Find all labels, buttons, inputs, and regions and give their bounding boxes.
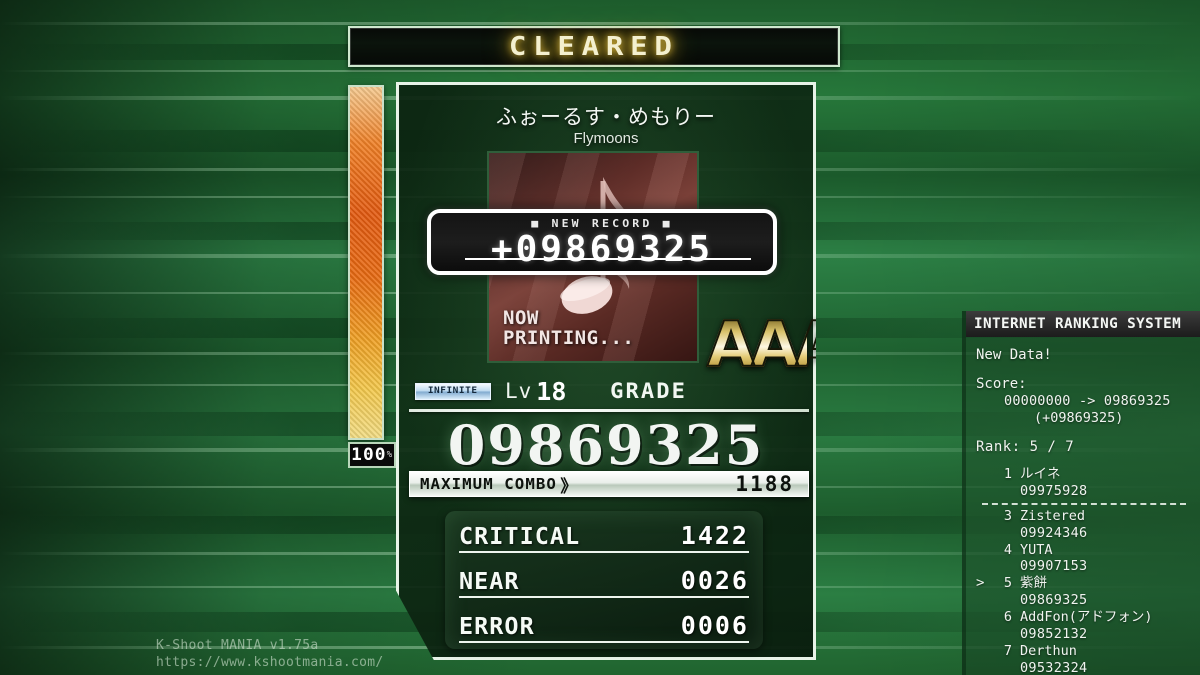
ir-player-score: 09869325 [1020,592,1088,609]
ir-score-delta: (+09869325) [1034,409,1124,426]
song-title: ふぉーるす・めもりー [496,105,716,129]
ir-ranking-list: 1 ルイネ 09975928 3 Zistered 09924346 4 YUT… [976,466,1192,675]
ir-player-score: 09924346 [1020,524,1088,541]
new-record-value: +09869325 [490,229,714,270]
ir-list-item[interactable]: 1 ルイネ 09975928 [976,466,1192,500]
ir-rank-number: 3 [1003,507,1012,524]
level-label: Lv [505,379,533,403]
internet-ranking-title: INTERNET RANKING SYSTEM [974,316,1182,332]
watermark: K-Shoot MANIA v1.75a https://www.kshootm… [156,638,384,671]
jacket-caption-line2: PRINTING... [503,327,635,350]
internet-ranking-header: INTERNET RANKING SYSTEM [966,311,1200,337]
judgement-name: CRITICAL [459,524,581,550]
level-row: INFINITE Lv 18 GRADE [411,374,807,408]
ir-player-score: 09532324 [1020,659,1088,675]
max-combo-arrow-icon: 》 [560,476,578,497]
watermark-url: https://www.kshootmania.com/ [156,654,384,670]
max-combo-value: 1188 [735,472,794,496]
ir-rank-number: 5 [1003,575,1012,592]
max-combo-bar: MAXIMUM COMBO 》 1188 [409,471,809,497]
gauge-percent-value: 100 [351,445,387,465]
score-divider [409,409,809,412]
ir-rank-number: 7 [1003,642,1012,659]
gauge-track [348,85,384,440]
new-record-plate: ■ NEW RECORD ■ +09869325 [427,209,777,275]
judgement-name: NEAR [459,569,520,595]
gauge-readout: 100 % [348,442,396,468]
judgement-breakdown: CRITICAL 1422 NEAR 0026 ERROR 0006 [445,511,763,649]
ir-player-name: 紫餅 [1020,575,1047,592]
ir-rank-number: 1 [1003,466,1012,483]
result-screen: CLEARED 100 % ふぉーるす・めもりー Flymoons NOW PR… [0,0,1200,675]
ir-list-item[interactable]: 3 Zistered 09924346 [976,508,1192,542]
song-artist: Flymoons [573,130,639,147]
ir-rank-text: Rank: 5 / 7 [976,439,1075,456]
difficulty-badge: INFINITE [415,382,491,400]
ir-entry-text: Derthun 09532324 [1020,643,1087,675]
max-combo-label: MAXIMUM COMBO [420,475,557,493]
difficulty-label: INFINITE [428,386,478,396]
ir-status-text: New Data! [976,347,1052,363]
level-value: 18 [536,376,567,406]
judgement-count: 1422 [680,521,749,550]
ir-player-score: 09852132 [1020,625,1088,642]
new-record-underline [465,258,751,260]
ir-cursor-icon: > [976,575,985,592]
ir-list-item[interactable]: 6 AddFon(アドフォン) 09852132 [976,609,1192,643]
ir-player-score: 09907153 [1020,558,1088,575]
grade-label: GRADE [610,379,688,403]
judgement-count: 0026 [680,566,749,595]
ir-score-label: Score: [976,376,1027,393]
ir-player-name: ルイネ [1020,466,1061,483]
gauge: 100 % [348,85,396,470]
result-panel-inner: ふぉーるす・めもりー Flymoons NOW PRINTING... ■ NE… [399,85,816,657]
ir-score-change: 00000000 -> 09869325 [1004,393,1171,410]
ir-rank-number: 6 [1003,609,1012,626]
cleared-label: CLEARED [509,31,679,62]
judgement-count: 0006 [680,611,749,640]
ir-entry-text: ルイネ 09975928 [1020,466,1087,500]
ir-player-score: 09975928 [1020,483,1088,500]
ir-player-name: AddFon(アドフォン) [1020,609,1153,626]
ir-entry-text: YUTA 09907153 [1020,542,1087,576]
result-panel: ふぉーるす・めもりー Flymoons NOW PRINTING... ■ NE… [396,82,816,660]
ir-entry-text: 紫餅 09869325 [1020,575,1087,609]
judgement-name: ERROR [459,614,535,640]
score-value: 09869325 [447,413,765,477]
ir-entry-text: Zistered 09924346 [1020,508,1087,542]
ir-player-name: Derthun [1020,642,1077,659]
internet-ranking-body: New Data! Score: 00000000 -> 09869325 (+… [966,337,1200,675]
ir-player-name: YUTA [1020,541,1053,558]
judgement-row: CRITICAL 1422 [459,521,749,553]
ir-list-item[interactable]: 7 Derthun 09532324 [976,643,1192,675]
ir-divider [982,502,1186,505]
gauge-percent-sign: % [386,450,393,460]
ir-list-item[interactable]: 4 YUTA 09907153 [976,542,1192,576]
ir-list-item-current[interactable]: > 5 紫餅 09869325 [976,575,1192,609]
judgement-row: NEAR 0026 [459,566,749,598]
watermark-app: K-Shoot MANIA v1.75a [156,638,319,653]
ir-player-name: Zistered [1020,507,1086,524]
jacket-caption: NOW PRINTING... [503,308,635,350]
ir-entry-text: AddFon(アドフォン) 09852132 [1020,609,1153,643]
ir-rank-number: 4 [1003,541,1012,558]
cleared-banner: CLEARED [348,26,840,67]
gauge-fill [350,87,382,438]
internet-ranking-panel: INTERNET RANKING SYSTEM New Data! Score:… [962,311,1200,675]
judgement-row: ERROR 0006 [459,611,749,643]
